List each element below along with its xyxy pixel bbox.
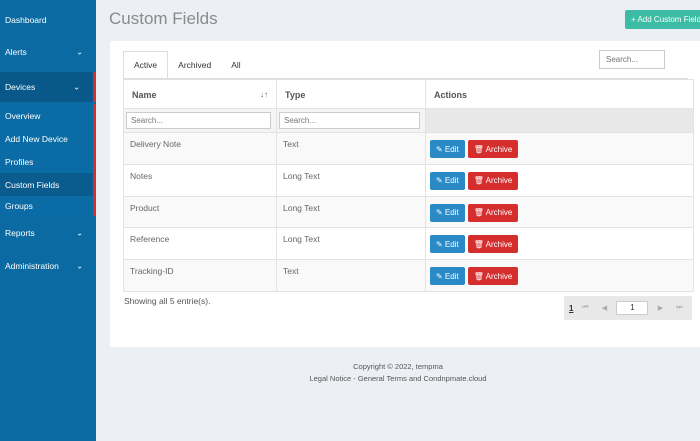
edit-button[interactable]: ✎ Edit [430, 235, 465, 254]
sidebar-item-label: Alerts [5, 47, 27, 57]
tab-bar: Active Archived All [123, 51, 251, 79]
name-cell: Notes [123, 163, 277, 197]
filter-cell [276, 108, 426, 133]
sidebar-item-label: Devices [5, 82, 36, 92]
type-filter-input[interactable] [279, 112, 420, 129]
custom-fields-panel: Active Archived All Name ↓↑ Type Actions [110, 41, 700, 347]
chevron-down-icon: ⌄ [76, 47, 83, 57]
sidebar-item-label: Add New Device [5, 133, 68, 144]
sidebar-item-profiles[interactable]: Profiles [0, 150, 96, 173]
edit-button[interactable]: ✎ Edit [430, 140, 465, 158]
column-header-name[interactable]: Name ↓↑ [123, 79, 277, 109]
footer-links[interactable]: Legal Notice - General Terms and Condnpm… [96, 374, 700, 383]
sidebar-item-label: Custom Fields [5, 179, 60, 190]
pagination: 1 ⏮ ◀ 1 ▶ ⏭ [564, 296, 692, 320]
archive-button[interactable]: 🗑 Archive [467, 203, 519, 222]
column-header-actions: Actions [425, 79, 694, 109]
archive-button[interactable]: 🗑 Archive [467, 171, 519, 190]
sidebar-item-reports[interactable]: Reports ⌄ [0, 222, 96, 244]
table-row: Tracking-ID Text ✎ Edit 🗑 Archive [123, 259, 694, 292]
actions-cell: ✎ Edit 🗑 Archive [425, 163, 694, 197]
sidebar-item-add-new-device[interactable]: Add New Device [0, 127, 96, 150]
custom-fields-table: Name ↓↑ Type Actions Search... Search...… [123, 79, 694, 292]
filter-row [123, 108, 694, 133]
archive-button[interactable]: 🗑 Archive [467, 267, 519, 286]
sidebar-item-dashboard[interactable]: Dashboard [0, 9, 96, 31]
sidebar-item-groups[interactable]: Groups [0, 196, 96, 216]
last-page-icon[interactable]: ⏭ [672, 304, 686, 312]
sidebar: Dashboard Alerts ⌄ Devices ⌄ Overview Ad… [0, 0, 96, 441]
sidebar-item-label: Reports [5, 228, 35, 238]
actions-cell: ✎ Edit 🗑 Archive [425, 195, 694, 229]
archive-button[interactable]: 🗑 Archive [467, 235, 519, 254]
column-header-type: Type [276, 79, 426, 109]
sidebar-item-label: Groups [5, 201, 33, 211]
table-row: Product Long Text ✎ Edit 🗑 Archive [123, 195, 694, 229]
column-label: Type [285, 90, 306, 100]
sidebar-item-overview[interactable]: Overview [0, 104, 96, 127]
chevron-down-icon: ⌄ [73, 82, 80, 92]
type-cell: Long Text [276, 195, 426, 229]
page-number-link[interactable]: 1 [569, 304, 573, 313]
type-cell: Text [276, 132, 426, 165]
edit-button[interactable]: ✎ Edit [430, 267, 465, 286]
footer-copyright: Copyright © 2022, tempma [353, 362, 443, 371]
column-label: Name [132, 90, 157, 100]
name-cell: Product [123, 195, 277, 229]
name-cell: Delivery Note [123, 132, 277, 165]
search-input[interactable] [599, 50, 665, 69]
filter-cell [123, 108, 277, 133]
add-custom-field-button[interactable]: + Add Custom Field [625, 10, 700, 29]
sort-icon[interactable]: ↓↑ [260, 90, 268, 99]
table-row: Notes Long Text ✎ Edit 🗑 Archive [123, 163, 694, 197]
prev-page-icon[interactable]: ◀ [597, 304, 611, 312]
chevron-down-icon: ⌄ [76, 228, 83, 238]
actions-cell: ✎ Edit 🗑 Archive [425, 227, 694, 261]
next-page-icon[interactable]: ▶ [653, 304, 667, 312]
table-row: Reference Long Text ✎ Edit 🗑 Archive [123, 227, 694, 261]
actions-cell: ✎ Edit 🗑 Archive [425, 132, 694, 165]
edit-button[interactable]: ✎ Edit [430, 203, 465, 222]
column-label: Actions [434, 90, 468, 100]
tab-archived[interactable]: Archived [168, 51, 221, 79]
name-cell: Tracking-ID [123, 259, 277, 292]
type-cell: Text [276, 259, 426, 292]
page-title: Custom Fields [109, 9, 218, 28]
edit-button[interactable]: ✎ Edit [430, 171, 465, 190]
name-filter-input[interactable] [126, 112, 271, 129]
archive-button[interactable]: 🗑 Archive [467, 140, 519, 158]
sidebar-item-label: Profiles [5, 156, 34, 167]
chevron-down-icon: ⌄ [76, 261, 83, 271]
sidebar-item-label: Administration [5, 261, 59, 271]
sidebar-item-label: Overview [5, 110, 41, 121]
sidebar-item-custom-fields[interactable]: Custom Fields [0, 173, 96, 196]
sidebar-item-label: Dashboard [5, 15, 47, 25]
filter-cell [425, 108, 694, 133]
table-row: Delivery Note Text ✎ Edit 🗑 Archive [123, 132, 694, 165]
type-cell: Long Text [276, 163, 426, 197]
type-cell: Long Text [276, 227, 426, 261]
sidebar-item-administration[interactable]: Administration ⌄ [0, 255, 96, 277]
tab-active[interactable]: Active [123, 51, 169, 79]
first-page-icon[interactable]: ⏮ [578, 304, 592, 312]
name-cell: Reference [123, 227, 277, 261]
sidebar-item-devices[interactable]: Devices ⌄ [0, 72, 96, 102]
actions-cell: ✎ Edit 🗑 Archive [425, 259, 694, 292]
tab-all[interactable]: All [221, 51, 250, 79]
showing-entries-text: Showing all 5 entrie(s). [124, 296, 211, 306]
sidebar-item-alerts[interactable]: Alerts ⌄ [0, 41, 96, 63]
page-input[interactable]: 1 [616, 301, 649, 315]
